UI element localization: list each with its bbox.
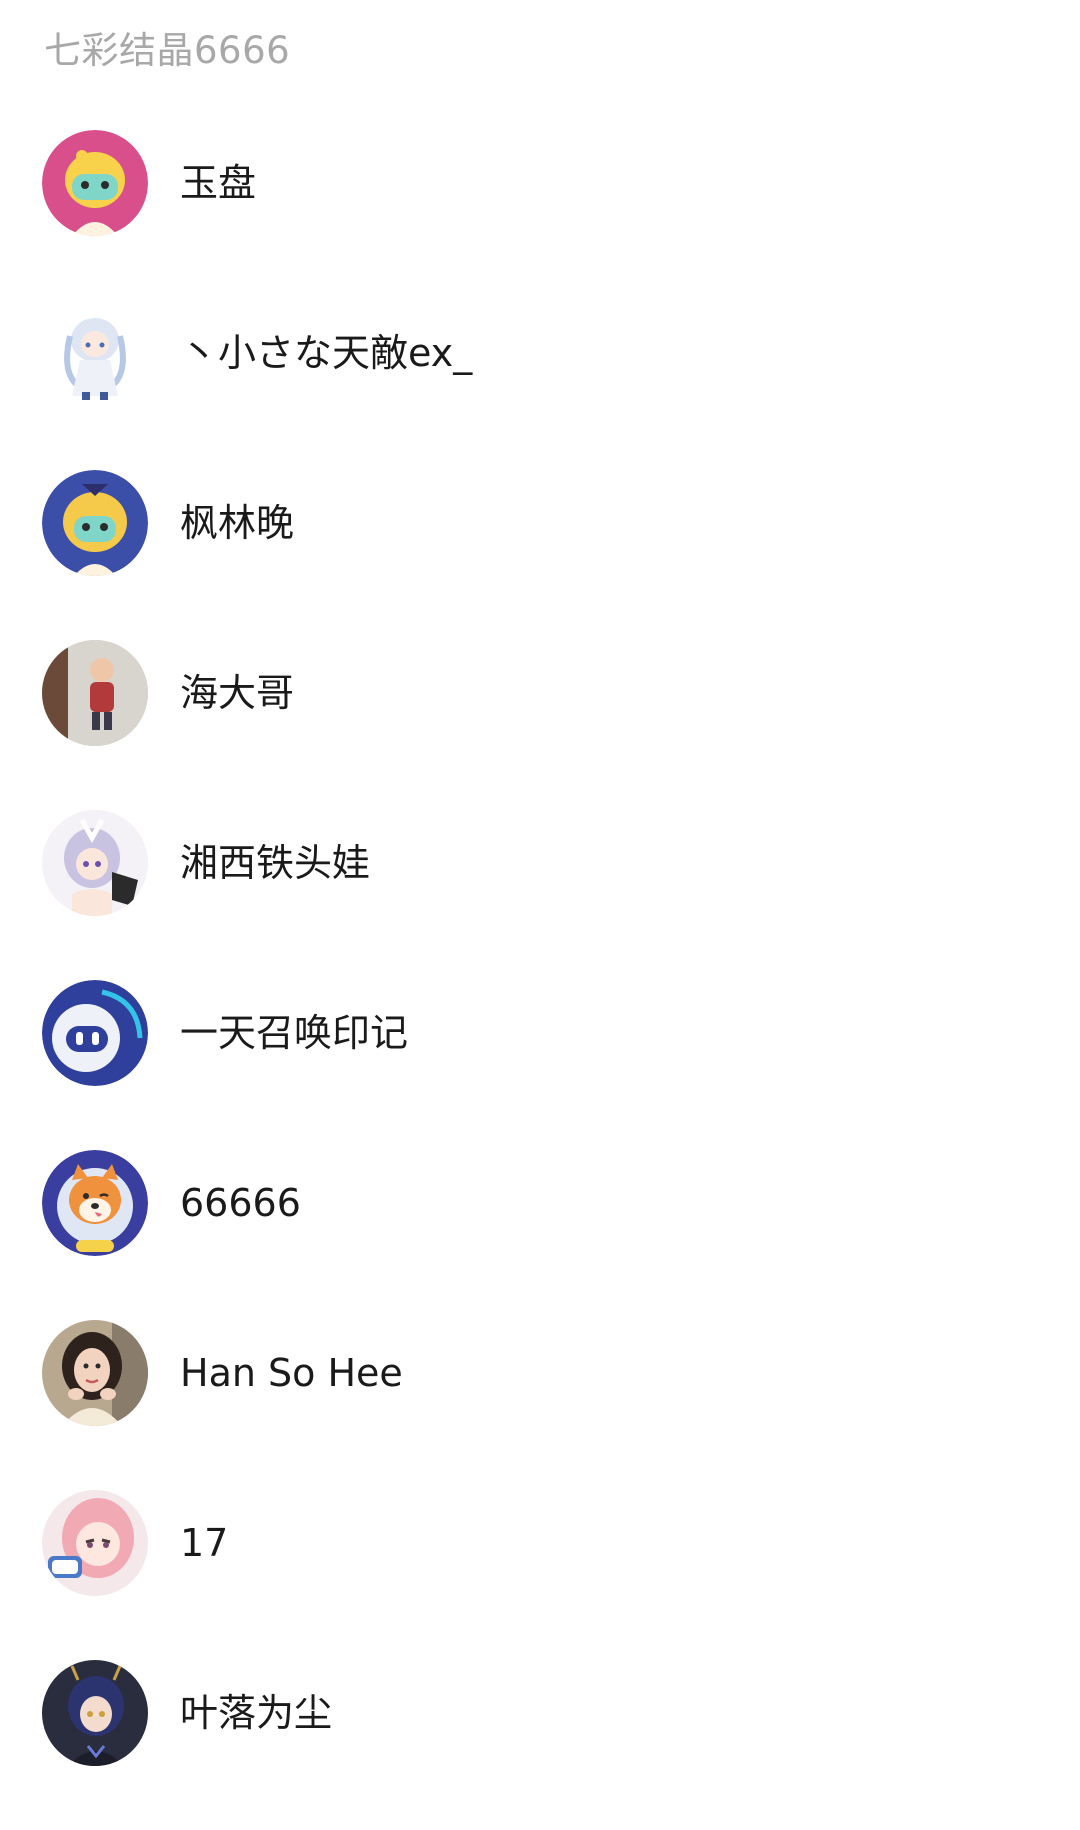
- member-name: 丶小さな天敵ex_: [180, 331, 473, 375]
- woman-photo-icon[interactable]: [42, 1320, 148, 1426]
- member-name: Han So Hee: [180, 1351, 403, 1395]
- shiba-dog-icon[interactable]: [42, 1150, 148, 1256]
- list-item[interactable]: 玉盘: [0, 112, 1080, 282]
- toddler-photo-icon[interactable]: [42, 640, 148, 746]
- anime-boy-dark-icon[interactable]: [42, 1660, 148, 1766]
- anime-mascot-blue-icon[interactable]: [42, 470, 148, 576]
- anime-girl-pink-hair-icon[interactable]: [42, 1490, 148, 1596]
- robot-face-icon[interactable]: [42, 980, 148, 1086]
- anime-girl-silver-icon[interactable]: [42, 810, 148, 916]
- member-name: 玉盘: [180, 161, 257, 205]
- group-title: 七彩结晶6666: [44, 29, 291, 72]
- list-item[interactable]: 叶落为尘: [0, 1642, 1080, 1812]
- member-name: 66666: [180, 1181, 301, 1225]
- list-item[interactable]: Han So Hee: [0, 1302, 1080, 1472]
- list-item[interactable]: 一天召唤印记: [0, 962, 1080, 1132]
- list-item[interactable]: 66666: [0, 1132, 1080, 1302]
- member-list: 玉盘 丶小さな天敵ex_ 枫林晚 海大哥 湘西铁头娃 一天召唤印记 66666 …: [0, 112, 1080, 1812]
- member-name: 一天召唤印记: [180, 1011, 409, 1055]
- list-item[interactable]: 枫林晚: [0, 452, 1080, 622]
- list-item[interactable]: 17: [0, 1472, 1080, 1642]
- member-name: 叶落为尘: [180, 1691, 333, 1735]
- anime-mascot-pink-icon[interactable]: [42, 130, 148, 236]
- list-item[interactable]: 丶小さな天敵ex_: [0, 282, 1080, 452]
- list-item[interactable]: 海大哥: [0, 622, 1080, 792]
- member-name: 湘西铁头娃: [180, 841, 371, 885]
- member-name: 17: [180, 1521, 229, 1565]
- list-item[interactable]: 湘西铁头娃: [0, 792, 1080, 962]
- member-name: 枫林晚: [180, 501, 295, 545]
- member-name: 海大哥: [180, 671, 295, 715]
- anime-girl-white-icon[interactable]: [42, 300, 148, 406]
